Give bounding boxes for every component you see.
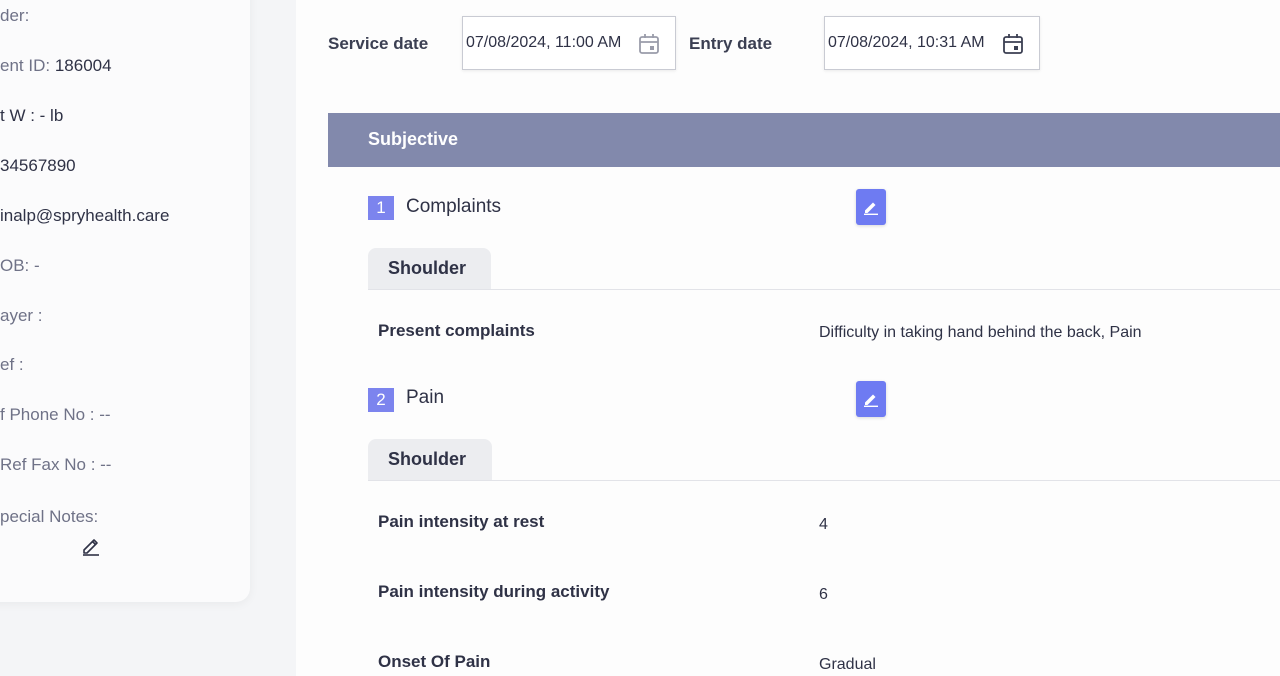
edit-complaints-button[interactable] bbox=[856, 189, 886, 225]
tab-divider bbox=[368, 480, 1280, 481]
dob-row: OB: - bbox=[0, 256, 40, 275]
weight-row: t W : - lb bbox=[0, 106, 64, 125]
pain-at-rest-label: Pain intensity at rest bbox=[378, 512, 545, 531]
section-title: Subjective bbox=[368, 129, 459, 149]
ref-fax-row: Ref Fax No : -- bbox=[0, 455, 112, 474]
calendar-icon[interactable] bbox=[1001, 32, 1025, 56]
present-complaints-value: Difficulty in taking hand behind the bac… bbox=[819, 324, 1142, 341]
patient-id-row: ent ID: 186004 bbox=[0, 56, 112, 75]
referral-row: ef : bbox=[0, 355, 24, 374]
service-date-label: Service date bbox=[328, 34, 429, 53]
pencil-icon bbox=[864, 394, 878, 407]
subjective-section-header: Subjective bbox=[328, 113, 1280, 167]
phone-row: 34567890 bbox=[0, 156, 76, 175]
complaints-title: Complaints bbox=[406, 196, 502, 217]
entry-date-label: Entry date bbox=[689, 34, 773, 53]
email-row: inalp@spryhealth.care bbox=[0, 206, 170, 225]
pain-during-activity-label: Pain intensity during activity bbox=[378, 582, 610, 601]
entry-date-value: 07/08/2024, 10:31 AM bbox=[828, 34, 985, 51]
provider-label: der: bbox=[0, 6, 30, 25]
main-content: Service date 07/08/2024, 11:00 AM Entry … bbox=[296, 0, 1280, 676]
payer-row: ayer : bbox=[0, 306, 43, 325]
edit-pain-button[interactable] bbox=[856, 381, 886, 417]
tab-shoulder[interactable]: Shoulder bbox=[368, 248, 491, 290]
tab-divider bbox=[368, 289, 1280, 290]
pain-during-activity-value: 6 bbox=[819, 586, 828, 603]
patient-id-value: 186004 bbox=[54, 56, 112, 75]
present-complaints-label: Present complaints bbox=[378, 321, 535, 340]
onset-of-pain-value: Gradual bbox=[819, 656, 876, 673]
service-date-value: 07/08/2024, 11:00 AM bbox=[466, 34, 622, 51]
pencil-icon bbox=[864, 202, 878, 215]
pain-at-rest-value: 4 bbox=[819, 516, 828, 533]
service-date-input[interactable]: 07/08/2024, 11:00 AM bbox=[462, 16, 676, 70]
calendar-icon[interactable] bbox=[637, 32, 661, 56]
tab-shoulder[interactable]: Shoulder bbox=[368, 439, 492, 481]
item-number-badge: 1 bbox=[368, 196, 394, 220]
edit-notes-icon[interactable] bbox=[80, 534, 102, 556]
pain-title: Pain bbox=[406, 387, 445, 408]
onset-of-pain-label: Onset Of Pain bbox=[378, 652, 491, 671]
ref-phone-row: f Phone No : -- bbox=[0, 405, 111, 424]
item-number-badge: 2 bbox=[368, 388, 394, 412]
entry-date-input[interactable]: 07/08/2024, 10:31 AM bbox=[824, 16, 1040, 70]
special-notes-label: pecial Notes: bbox=[0, 507, 99, 526]
